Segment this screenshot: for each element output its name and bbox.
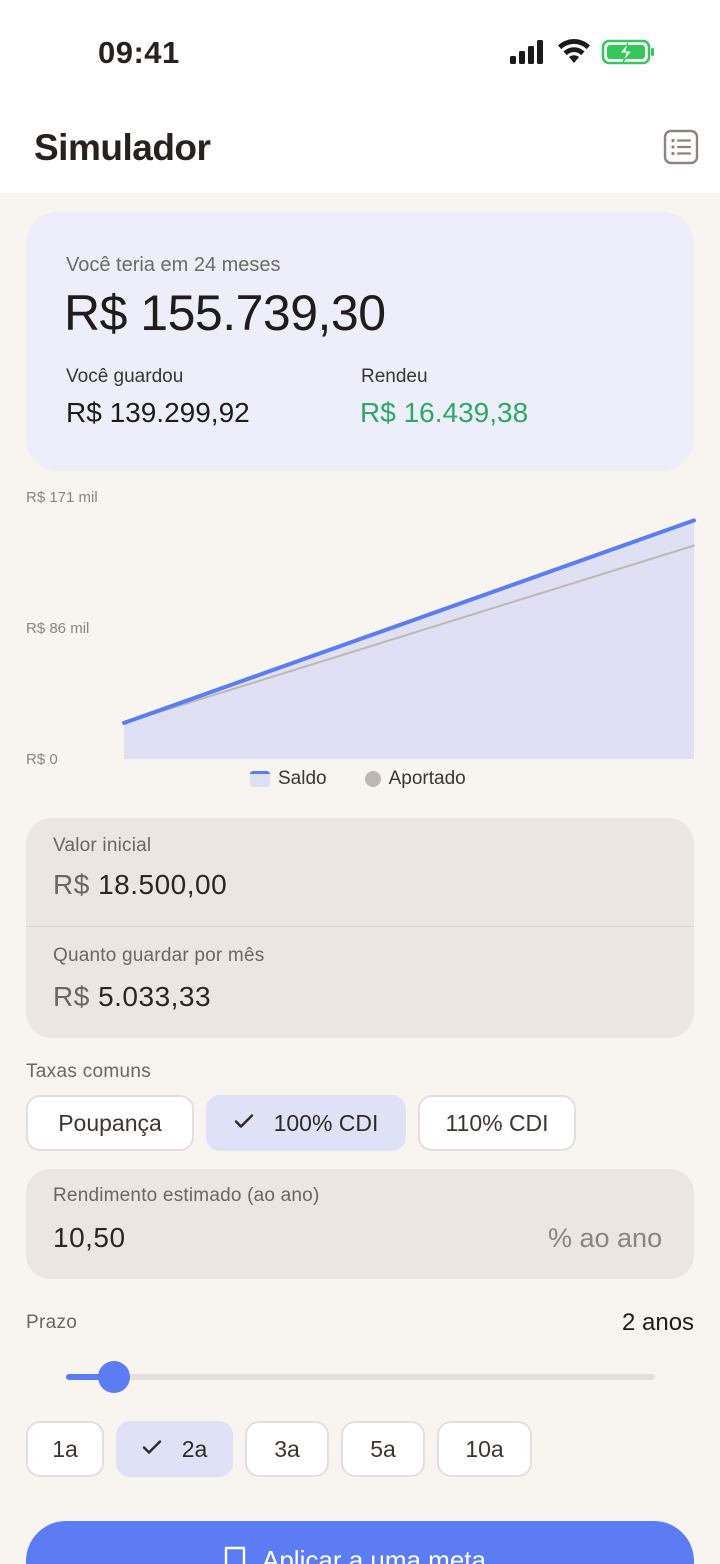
earned-value: R$ 16.439,38 bbox=[360, 397, 529, 428]
term-value: 2 anos bbox=[622, 1309, 695, 1336]
chip-label: 5a bbox=[370, 1435, 396, 1462]
status-icons bbox=[510, 39, 654, 65]
initial-value-label: Valor inicial bbox=[53, 835, 152, 856]
rates-label: Taxas comuns bbox=[26, 1061, 152, 1082]
list-icon[interactable] bbox=[662, 128, 700, 166]
term-chip-1a[interactable]: 1a bbox=[26, 1421, 104, 1477]
term-chip-3a[interactable]: 3a bbox=[245, 1421, 329, 1477]
term-chip-5a[interactable]: 5a bbox=[341, 1421, 425, 1477]
term-slider-track[interactable] bbox=[66, 1374, 655, 1380]
rate-value-field[interactable]: 10,50 bbox=[53, 1222, 126, 1254]
monthly-value-field[interactable]: R$ 5.033,33 bbox=[53, 981, 211, 1013]
chip-label: 2a bbox=[181, 1435, 208, 1462]
chip-label: Poupança bbox=[58, 1109, 162, 1136]
chip-100-cdi[interactable]: 100% CDI bbox=[206, 1095, 406, 1151]
chip-110-cdi[interactable]: 110% CDI bbox=[418, 1095, 576, 1151]
chip-label: 100% CDI bbox=[273, 1109, 379, 1136]
monthly-value-text: 5.033,33 bbox=[98, 981, 212, 1012]
growth-chart bbox=[122, 518, 696, 759]
term-label: Prazo bbox=[26, 1312, 78, 1333]
initial-value-text: 18.500,00 bbox=[98, 869, 228, 900]
legend-item-saldo: Saldo bbox=[250, 768, 327, 790]
currency-prefix: R$ bbox=[53, 981, 90, 1012]
legend-label-aportado: Aportado bbox=[388, 768, 466, 789]
inputs-divider bbox=[26, 926, 694, 927]
initial-value-field[interactable]: R$ 18.500,00 bbox=[53, 869, 227, 901]
battery-charging-icon bbox=[601, 39, 654, 65]
bookmark-icon bbox=[224, 1546, 246, 1564]
earned-label: Rendeu bbox=[361, 366, 428, 387]
saved-label: Você guardou bbox=[66, 366, 184, 387]
rate-label: Rendimento estimado (ao ano) bbox=[53, 1185, 320, 1206]
status-time: 09:41 bbox=[98, 35, 180, 70]
monthly-label: Quanto guardar por mês bbox=[53, 945, 265, 966]
wifi-icon bbox=[558, 39, 590, 63]
chip-poupanca[interactable]: Poupança bbox=[26, 1095, 194, 1151]
currency-prefix: R$ bbox=[53, 869, 90, 900]
page-title: Simulador bbox=[34, 127, 211, 168]
signal-icon bbox=[510, 40, 543, 64]
chip-label: 3a bbox=[274, 1435, 300, 1462]
chart-legend: Saldo Aportado bbox=[250, 767, 466, 791]
legend-item-aportado: Aportado bbox=[364, 768, 466, 790]
legend-label-saldo: Saldo bbox=[278, 768, 327, 789]
saldo-area bbox=[124, 520, 694, 759]
chip-label: 110% CDI bbox=[445, 1109, 549, 1136]
chip-label: 1a bbox=[52, 1435, 78, 1462]
legend-swatch-saldo bbox=[250, 771, 270, 787]
summary-label: Você teria em 24 meses bbox=[66, 254, 281, 276]
term-slider-thumb[interactable] bbox=[98, 1361, 130, 1393]
check-icon bbox=[142, 1440, 161, 1454]
chip-label: 10a bbox=[465, 1435, 504, 1462]
apply-goal-button[interactable]: Aplicar a uma meta bbox=[26, 1521, 694, 1564]
summary-total: R$ 155.739,30 bbox=[64, 285, 386, 341]
legend-swatch-aportado bbox=[364, 771, 381, 787]
rate-suffix: % ao ano bbox=[548, 1223, 663, 1253]
saved-value: R$ 139.299,92 bbox=[66, 397, 250, 428]
apply-goal-label: Aplicar a uma meta bbox=[262, 1545, 486, 1564]
check-icon bbox=[234, 1114, 253, 1128]
term-chip-2a[interactable]: 2a bbox=[116, 1421, 233, 1477]
term-chip-10a[interactable]: 10a bbox=[437, 1421, 532, 1477]
